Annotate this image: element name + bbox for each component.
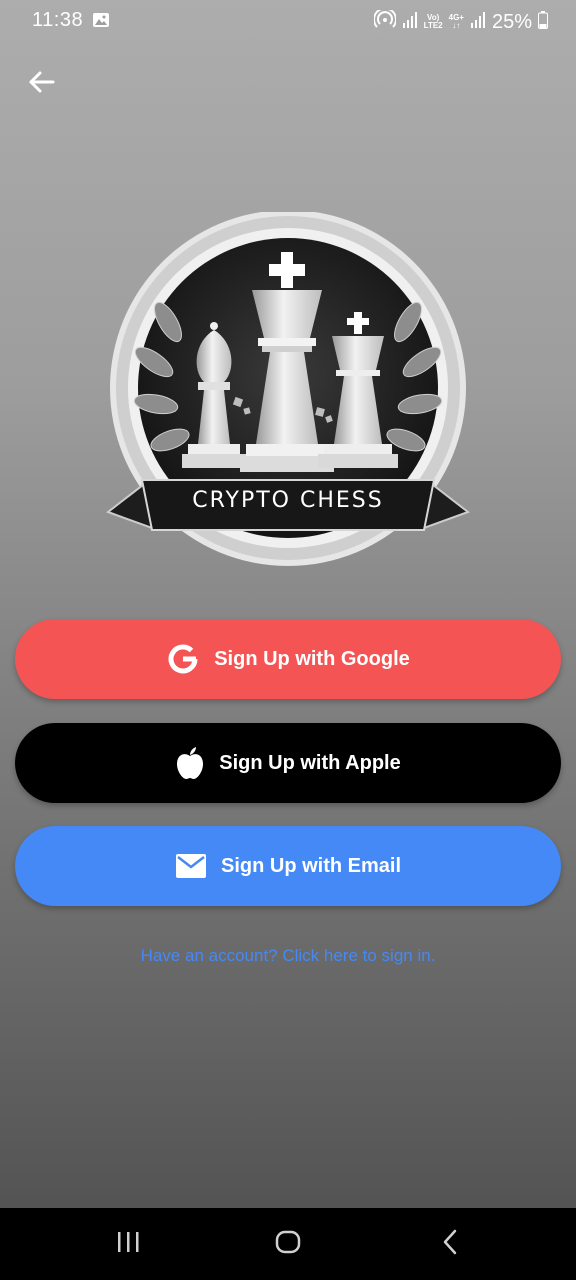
back-icon: [440, 1229, 460, 1260]
mail-icon: [175, 853, 207, 879]
data-arrows-icon: ↓↑: [452, 21, 461, 30]
home-icon: [274, 1229, 302, 1260]
status-time: 11:38: [32, 9, 84, 31]
sign-up-google-button[interactable]: Sign Up with Google: [15, 619, 561, 699]
status-bar: 11:38 Vo) LTE2 4G+ ↓↑ 25%: [0, 0, 576, 44]
recents-icon: [115, 1230, 141, 1259]
data-icon: 4G+ ↓↑: [449, 14, 464, 30]
arrow-left-icon: [28, 70, 56, 99]
logo-text: CRYPTO CHESS: [192, 488, 384, 513]
system-back-button[interactable]: [420, 1226, 480, 1262]
navigation-bar: [0, 1208, 576, 1280]
signal-icon: [402, 11, 418, 34]
recents-button[interactable]: [98, 1226, 158, 1262]
sign-in-link[interactable]: Have an account? Click here to sign in.: [0, 946, 576, 966]
battery-icon: [538, 10, 548, 34]
back-button[interactable]: [22, 64, 62, 104]
battery-percent: 25%: [491, 10, 532, 33]
home-button[interactable]: [258, 1226, 318, 1262]
google-icon: [166, 642, 200, 676]
lte-label: LTE2: [423, 21, 443, 30]
signal-icon-2: [470, 11, 486, 34]
hotspot-icon: [372, 7, 397, 35]
volte-icon: Vo) LTE2: [424, 14, 443, 30]
sign-up-apple-label: Sign Up with Apple: [219, 751, 401, 774]
sign-up-email-label: Sign Up with Email: [220, 854, 401, 877]
crypto-chess-logo: CRYPTO CHESS: [105, 210, 471, 572]
sign-up-google-label: Sign Up with Google: [214, 647, 410, 670]
sign-up-apple-button[interactable]: Sign Up with Apple: [15, 723, 561, 803]
logo-emblem: [105, 210, 471, 566]
gallery-icon: [92, 12, 110, 28]
sign-up-email-button[interactable]: Sign Up with Email: [15, 826, 561, 906]
apple-icon: [175, 746, 205, 780]
status-indicators: Vo) LTE2 4G+ ↓↑ 25%: [372, 7, 548, 35]
